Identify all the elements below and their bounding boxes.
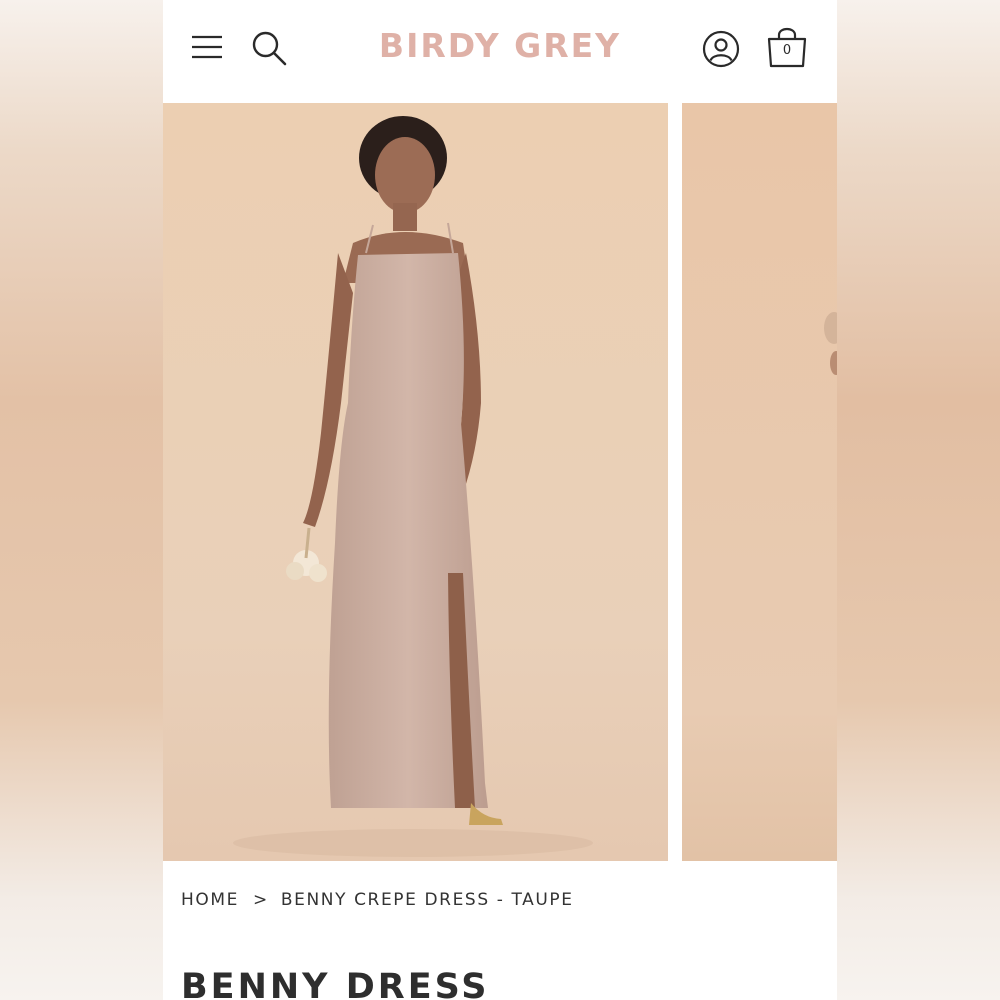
breadcrumb-separator: > — [252, 890, 269, 910]
backdrop-right — [837, 0, 1000, 1000]
mobile-page: BIRDY GREY 0 HOME > BENNY CREPE DRESS - … — [163, 0, 837, 1000]
hamburger-menu-icon — [192, 35, 222, 59]
cart-button[interactable]: 0 — [766, 25, 808, 69]
breadcrumb-home-link[interactable]: HOME — [181, 890, 239, 910]
account-button[interactable] — [702, 30, 740, 68]
breadcrumb-current: BENNY CREPE DRESS - TAUPE — [280, 890, 574, 910]
backdrop-left — [0, 0, 163, 1000]
menu-button[interactable] — [191, 34, 223, 60]
product-title: BENNY DRESS — [181, 967, 490, 1000]
product-image-next[interactable] — [682, 103, 837, 861]
search-icon — [252, 31, 287, 66]
search-button[interactable] — [251, 30, 287, 66]
product-image-main[interactable] — [163, 103, 668, 861]
user-account-icon — [702, 30, 740, 68]
brand-logo[interactable]: BIRDY GREY — [343, 26, 657, 65]
breadcrumb: HOME > BENNY CREPE DRESS - TAUPE — [181, 890, 574, 910]
site-header: BIRDY GREY 0 — [163, 0, 837, 103]
cart-count-badge: 0 — [782, 43, 792, 58]
next-photo — [682, 103, 837, 861]
product-image-gallery[interactable] — [163, 103, 837, 861]
dress-photo — [163, 103, 668, 861]
